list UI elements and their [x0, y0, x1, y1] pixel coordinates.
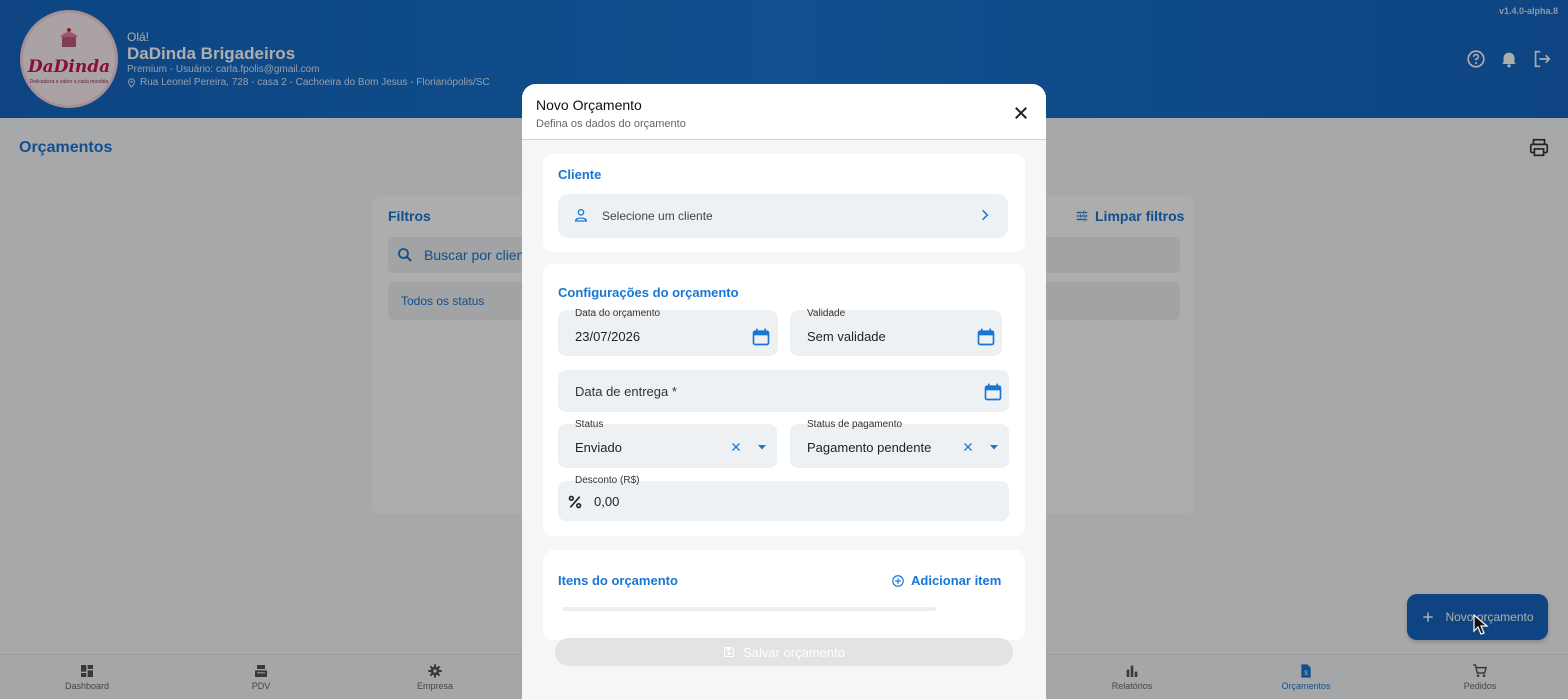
save-quote-button[interactable]: Salvar orçamento	[555, 638, 1013, 666]
chevron-down-icon[interactable]	[988, 442, 1000, 452]
client-placeholder: Selecione um cliente	[602, 209, 713, 223]
payment-status-value: Pagamento pendente	[807, 440, 932, 455]
close-icon[interactable]	[1012, 104, 1030, 122]
save-icon	[724, 647, 735, 657]
add-item-label: Adicionar item	[911, 573, 1002, 588]
items-list	[562, 607, 936, 611]
calendar-icon[interactable]	[751, 327, 771, 347]
client-section-title: Cliente	[558, 167, 602, 182]
discount-field[interactable]	[558, 481, 1009, 521]
items-section	[543, 550, 1025, 640]
new-quote-dialog: Novo Orçamento Defina os dados do orçame…	[522, 84, 1046, 699]
calendar-icon[interactable]	[983, 382, 1003, 402]
validity-value: Sem validade	[807, 329, 886, 344]
dialog-subtitle: Defina os dados do orçamento	[536, 118, 686, 130]
chevron-down-icon[interactable]	[756, 442, 768, 452]
person-icon	[574, 209, 588, 222]
delivery-date-placeholder: Data de entrega *	[575, 384, 677, 399]
save-quote-label: Salvar orçamento	[743, 644, 845, 660]
clear-icon[interactable]	[730, 441, 742, 453]
quote-date-label: Data do orçamento	[575, 308, 661, 319]
quote-date-value: 23/07/2026	[575, 329, 641, 344]
status-value: Enviado	[575, 440, 622, 455]
dialog-title: Novo Orçamento	[536, 97, 642, 113]
discount-label: Desconto (R$)	[575, 475, 640, 486]
clear-icon[interactable]	[962, 441, 974, 453]
dialog-header: Novo Orçamento Defina os dados do orçame…	[522, 84, 1046, 140]
validity-label: Validade	[807, 308, 846, 319]
percent-icon	[568, 495, 582, 509]
add-item-button[interactable]: Adicionar item	[891, 573, 1001, 588]
chevron-right-icon	[982, 209, 989, 221]
config-section-title: Configurações do orçamento	[558, 285, 739, 300]
add-circle-icon	[892, 574, 904, 587]
discount-value: 0,00	[594, 494, 620, 509]
status-label: Status	[575, 419, 604, 430]
calendar-icon[interactable]	[976, 327, 996, 347]
payment-status-label: Status de pagamento	[807, 419, 903, 430]
mouse-cursor-icon	[1473, 614, 1489, 635]
items-section-title: Itens do orçamento	[558, 573, 678, 588]
